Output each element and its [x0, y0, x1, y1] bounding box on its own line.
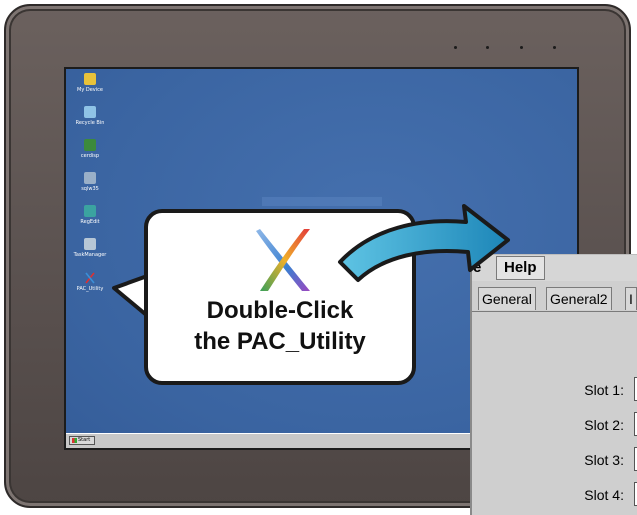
desktop-icon-recycle-bin[interactable]: Recycle Bin [68, 106, 112, 126]
background-window-remnant [262, 197, 382, 206]
indicator-led-2 [486, 46, 489, 49]
desktop-icon-task-manager[interactable]: TaskManager [68, 238, 112, 258]
callout-text: Double-Click the PAC_Utility [148, 295, 412, 357]
start-button[interactable]: Start [69, 436, 95, 445]
menu-bar: e Help [472, 255, 637, 281]
callout-line-2: the PAC_Utility [194, 328, 366, 355]
slot-1-label: Slot 1: [584, 382, 624, 398]
pac-utility-logo-icon [256, 229, 310, 291]
cerdisp-icon [84, 139, 96, 151]
pac-utility-icon [85, 272, 95, 284]
task-manager-icon [84, 238, 96, 250]
slot-2-label: Slot 2: [584, 417, 624, 433]
tab-general[interactable]: General [478, 287, 536, 310]
menu-help[interactable]: Help [496, 256, 545, 280]
desktop-icon-my-device[interactable]: My Device [68, 73, 112, 93]
sqlw35-icon [84, 172, 96, 184]
pac-utility-window-zoom: e Help General General2 I Slot 1: Slot 2… [470, 254, 637, 515]
windows-flag-icon [72, 438, 77, 443]
indicator-led-4 [553, 46, 556, 49]
slot-4-label: Slot 4: [584, 487, 624, 503]
regedit-icon [84, 205, 96, 217]
indicator-led-3 [520, 46, 523, 49]
tab-general2[interactable]: General2 [546, 287, 612, 310]
desktop-icon-pac-utility[interactable]: PAC_Utility [68, 272, 112, 292]
indicator-led-1 [454, 46, 457, 49]
tab-bar: General General2 I [472, 287, 637, 311]
desktop-icon-sqlw35[interactable]: sqlw35 [68, 172, 112, 192]
tab-divider [472, 311, 637, 312]
tab-next[interactable]: I [625, 287, 637, 310]
desktop-icon-regedit[interactable]: RegEdit [68, 205, 112, 225]
desktop-icon-cerdisp[interactable]: cerdisp [68, 139, 112, 159]
instruction-callout: Double-Click the PAC_Utility [144, 209, 416, 385]
callout-line-1: Double-Click [206, 297, 354, 324]
my-device-icon [84, 73, 96, 85]
menu-file[interactable]: e [473, 257, 481, 279]
recycle-bin-icon [84, 106, 96, 118]
slot-3-label: Slot 3: [584, 452, 624, 468]
